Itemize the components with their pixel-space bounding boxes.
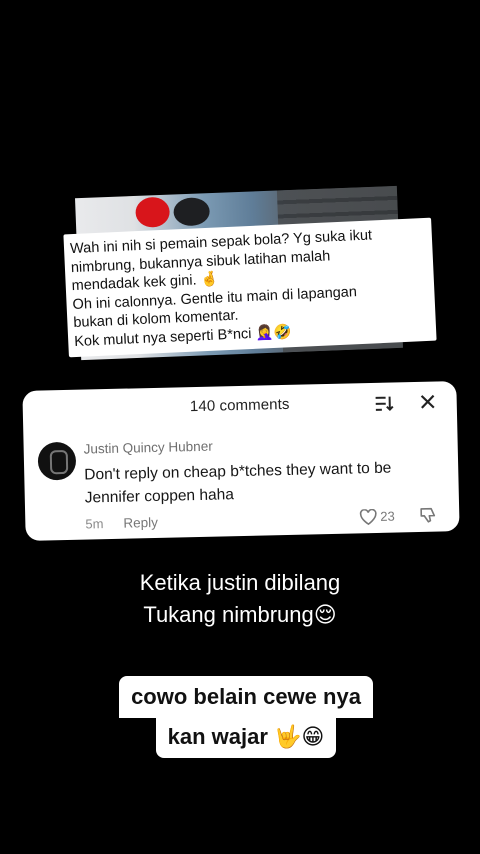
like-count: 23 bbox=[380, 508, 395, 524]
caption-line: Ketika justin dibilang bbox=[139, 570, 341, 595]
overlay-label: cowo belain cewe nya kan wajar 🤟😁 bbox=[96, 676, 396, 758]
avatar[interactable] bbox=[37, 441, 77, 481]
dislike-icon[interactable] bbox=[419, 506, 437, 524]
caption-line: Tukang nimbrung😌 bbox=[143, 602, 337, 627]
sort-icon[interactable] bbox=[375, 394, 395, 412]
heart-icon[interactable] bbox=[359, 508, 377, 526]
comment-time: 5m bbox=[85, 516, 104, 532]
label-line: kan wajar 🤟😁 bbox=[155, 716, 337, 758]
screenshot-comment-text: Wah ini nih si pemain sepak bola? Yg suk… bbox=[63, 217, 437, 358]
comments-panel: 140 comments Justin Quincy Hubner Don't … bbox=[22, 381, 460, 541]
close-icon[interactable] bbox=[419, 393, 437, 411]
reply-button[interactable]: Reply bbox=[123, 515, 158, 531]
comment-username[interactable]: Justin Quincy Hubner bbox=[84, 439, 213, 457]
label-line: cowo belain cewe nya bbox=[119, 676, 373, 718]
photo-red-object bbox=[135, 196, 171, 228]
photo-dark-object bbox=[173, 197, 211, 227]
video-caption: Ketika justin dibilang Tukang nimbrung😌 bbox=[0, 567, 480, 631]
comment-text: Don't reply on cheap b*tches they want t… bbox=[84, 459, 392, 507]
